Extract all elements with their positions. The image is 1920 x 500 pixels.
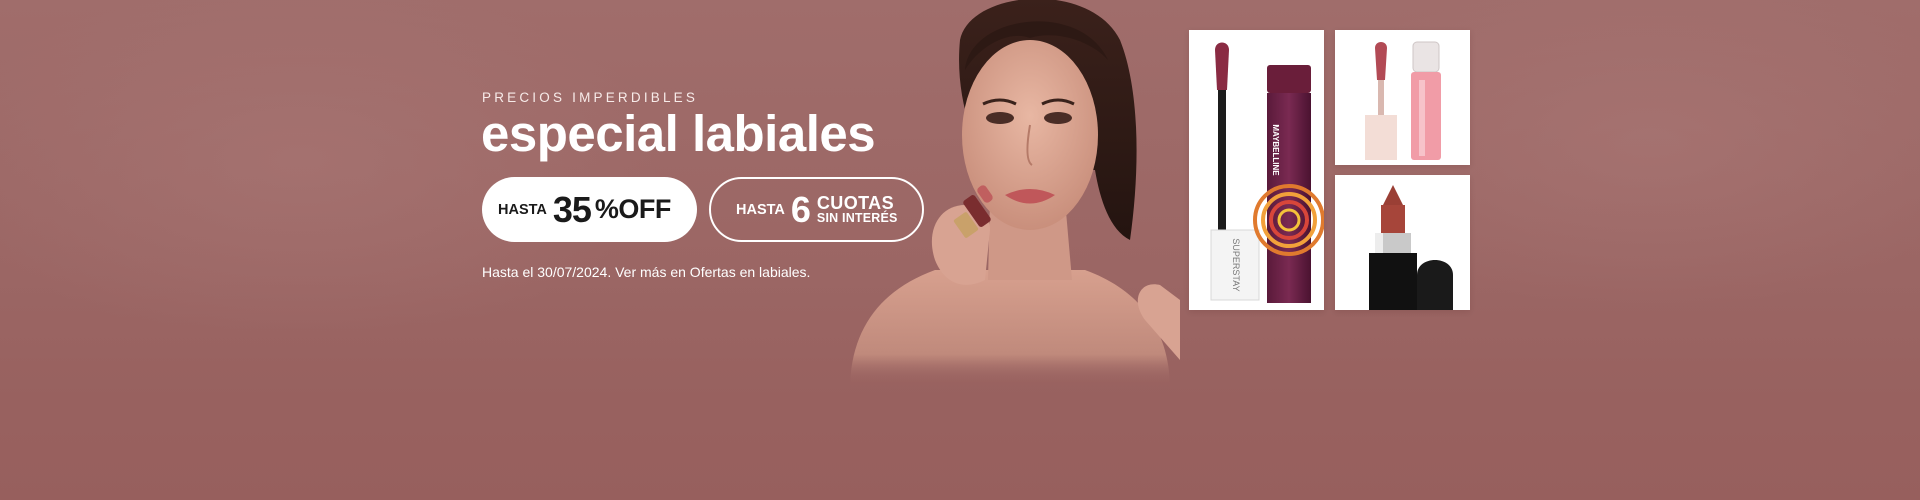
installments-label: CUOTAS SIN INTERÉS [817, 194, 898, 225]
product-card-lipstick[interactable] [1335, 175, 1470, 310]
promo-eyebrow: PRECIOS IMPERDIBLES [482, 90, 699, 105]
product-card-gloss[interactable] [1335, 30, 1470, 165]
discount-suffix: %OFF [594, 194, 672, 224]
installments-prefix: HASTA [736, 201, 785, 218]
installments-line1: CUOTAS [816, 193, 894, 214]
product-card-maybelline[interactable]: SUPERSTAY MAYBELLINE [1189, 30, 1324, 310]
discount-value: 35 [552, 188, 592, 230]
discount-prefix: HASTA [498, 201, 547, 218]
wand-label: SUPERSTAY [1231, 238, 1241, 291]
brand-label: MAYBELLINE [1271, 124, 1280, 176]
installments-value: 6 [790, 188, 811, 230]
promo-headline: especial labiales [481, 105, 876, 162]
promo-disclaimer[interactable]: Hasta el 30/07/2024. Ver más en Ofertas … [482, 264, 810, 280]
installments-line2: SIN INTERÉS [816, 211, 898, 226]
installments-pill[interactable]: HASTA 6 CUOTAS SIN INTERÉS [709, 177, 924, 242]
bottom-fade [0, 360, 1920, 500]
discount-pill[interactable]: HASTA 35 %OFF [482, 177, 697, 242]
